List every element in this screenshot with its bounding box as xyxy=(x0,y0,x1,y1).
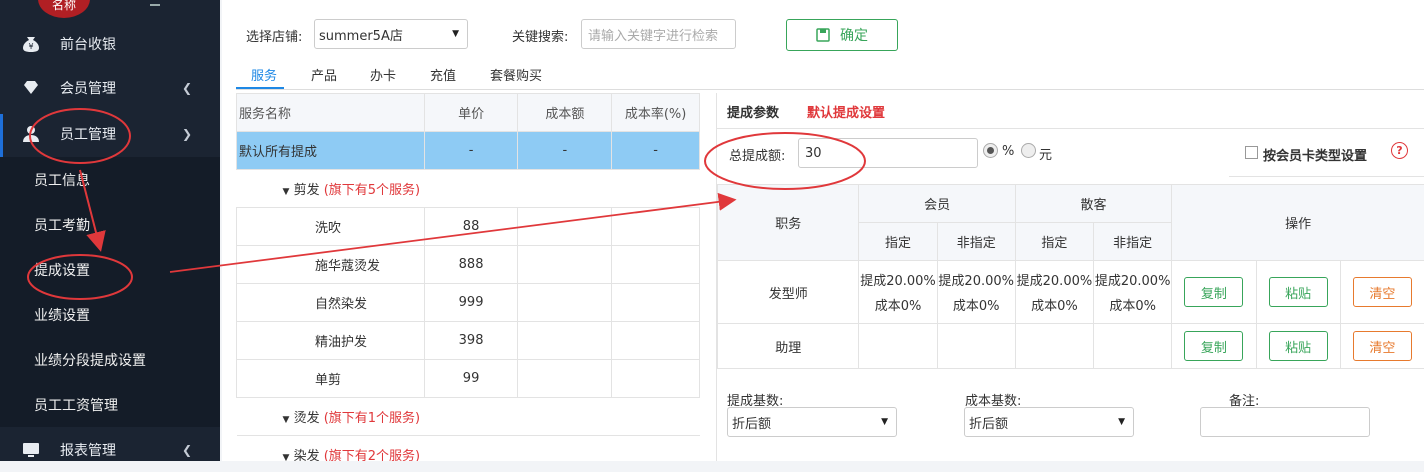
annotation-overlay xyxy=(0,0,1424,461)
highlight-ellipse xyxy=(705,133,865,189)
highlight-ellipse xyxy=(30,109,130,163)
highlight-ellipse xyxy=(28,255,132,299)
arrow xyxy=(80,170,100,248)
arrow xyxy=(170,200,733,272)
